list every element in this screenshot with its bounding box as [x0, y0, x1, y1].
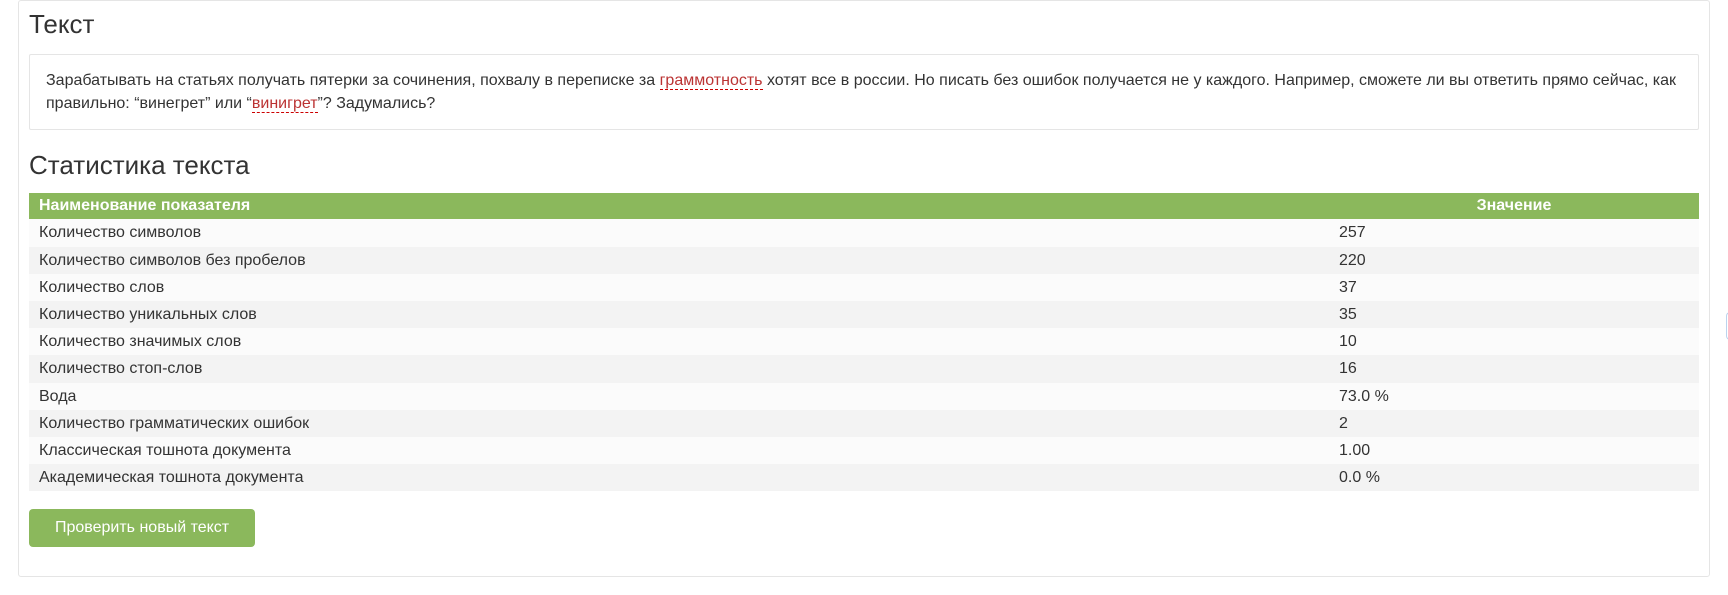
metric-value: 2: [1329, 410, 1699, 437]
spelling-error[interactable]: граммотность: [660, 72, 763, 90]
metric-value: 220: [1329, 247, 1699, 274]
text-fragment: ”? Задумались?: [318, 95, 436, 112]
table-row: Вода73.0 %: [29, 383, 1699, 410]
metric-value: 257: [1329, 219, 1699, 246]
metric-value: 0.0 %: [1329, 464, 1699, 491]
spelling-error[interactable]: винигрет: [252, 95, 318, 113]
text-fragment: Зарабатывать на статьях получать пятерки…: [46, 72, 660, 89]
stats-heading: Статистика текста: [29, 150, 1699, 181]
table-row: Количество стоп-слов16: [29, 355, 1699, 382]
metric-name: Количество стоп-слов: [29, 355, 1329, 382]
table-row: Классическая тошнота документа1.00: [29, 437, 1699, 464]
metric-value: 16: [1329, 355, 1699, 382]
metric-name: Количество слов: [29, 274, 1329, 301]
metric-name: Количество значимых слов: [29, 328, 1329, 355]
content-card: Текст Зарабатывать на статьях получать п…: [18, 0, 1710, 577]
stats-table: Наименование показателя Значение Количес…: [29, 193, 1699, 491]
metric-name: Вода: [29, 383, 1329, 410]
metric-name: Классическая тошнота документа: [29, 437, 1329, 464]
table-row: Количество значимых слов10: [29, 328, 1699, 355]
metric-value: 10: [1329, 328, 1699, 355]
metric-value: 37: [1329, 274, 1699, 301]
table-row: Количество грамматических ошибок2: [29, 410, 1699, 437]
table-row: Количество символов без пробелов220: [29, 247, 1699, 274]
metric-name: Академическая тошнота документа: [29, 464, 1329, 491]
metric-name: Количество символов без пробелов: [29, 247, 1329, 274]
check-new-text-button[interactable]: Проверить новый текст: [29, 509, 255, 547]
col-value-header: Значение: [1329, 193, 1699, 219]
text-heading: Текст: [29, 9, 1699, 40]
table-row: Академическая тошнота документа0.0 %: [29, 464, 1699, 491]
analyzed-text: Зарабатывать на статьях получать пятерки…: [29, 54, 1699, 130]
metric-name: Количество грамматических ошибок: [29, 410, 1329, 437]
metric-value: 73.0 %: [1329, 383, 1699, 410]
table-row: Количество слов37: [29, 274, 1699, 301]
metric-name: Количество символов: [29, 219, 1329, 246]
metric-value: 35: [1329, 301, 1699, 328]
table-row: Количество символов257: [29, 219, 1699, 246]
table-row: Количество уникальных слов35: [29, 301, 1699, 328]
metric-value: 1.00: [1329, 437, 1699, 464]
metric-name: Количество уникальных слов: [29, 301, 1329, 328]
col-name-header: Наименование показателя: [29, 193, 1329, 219]
